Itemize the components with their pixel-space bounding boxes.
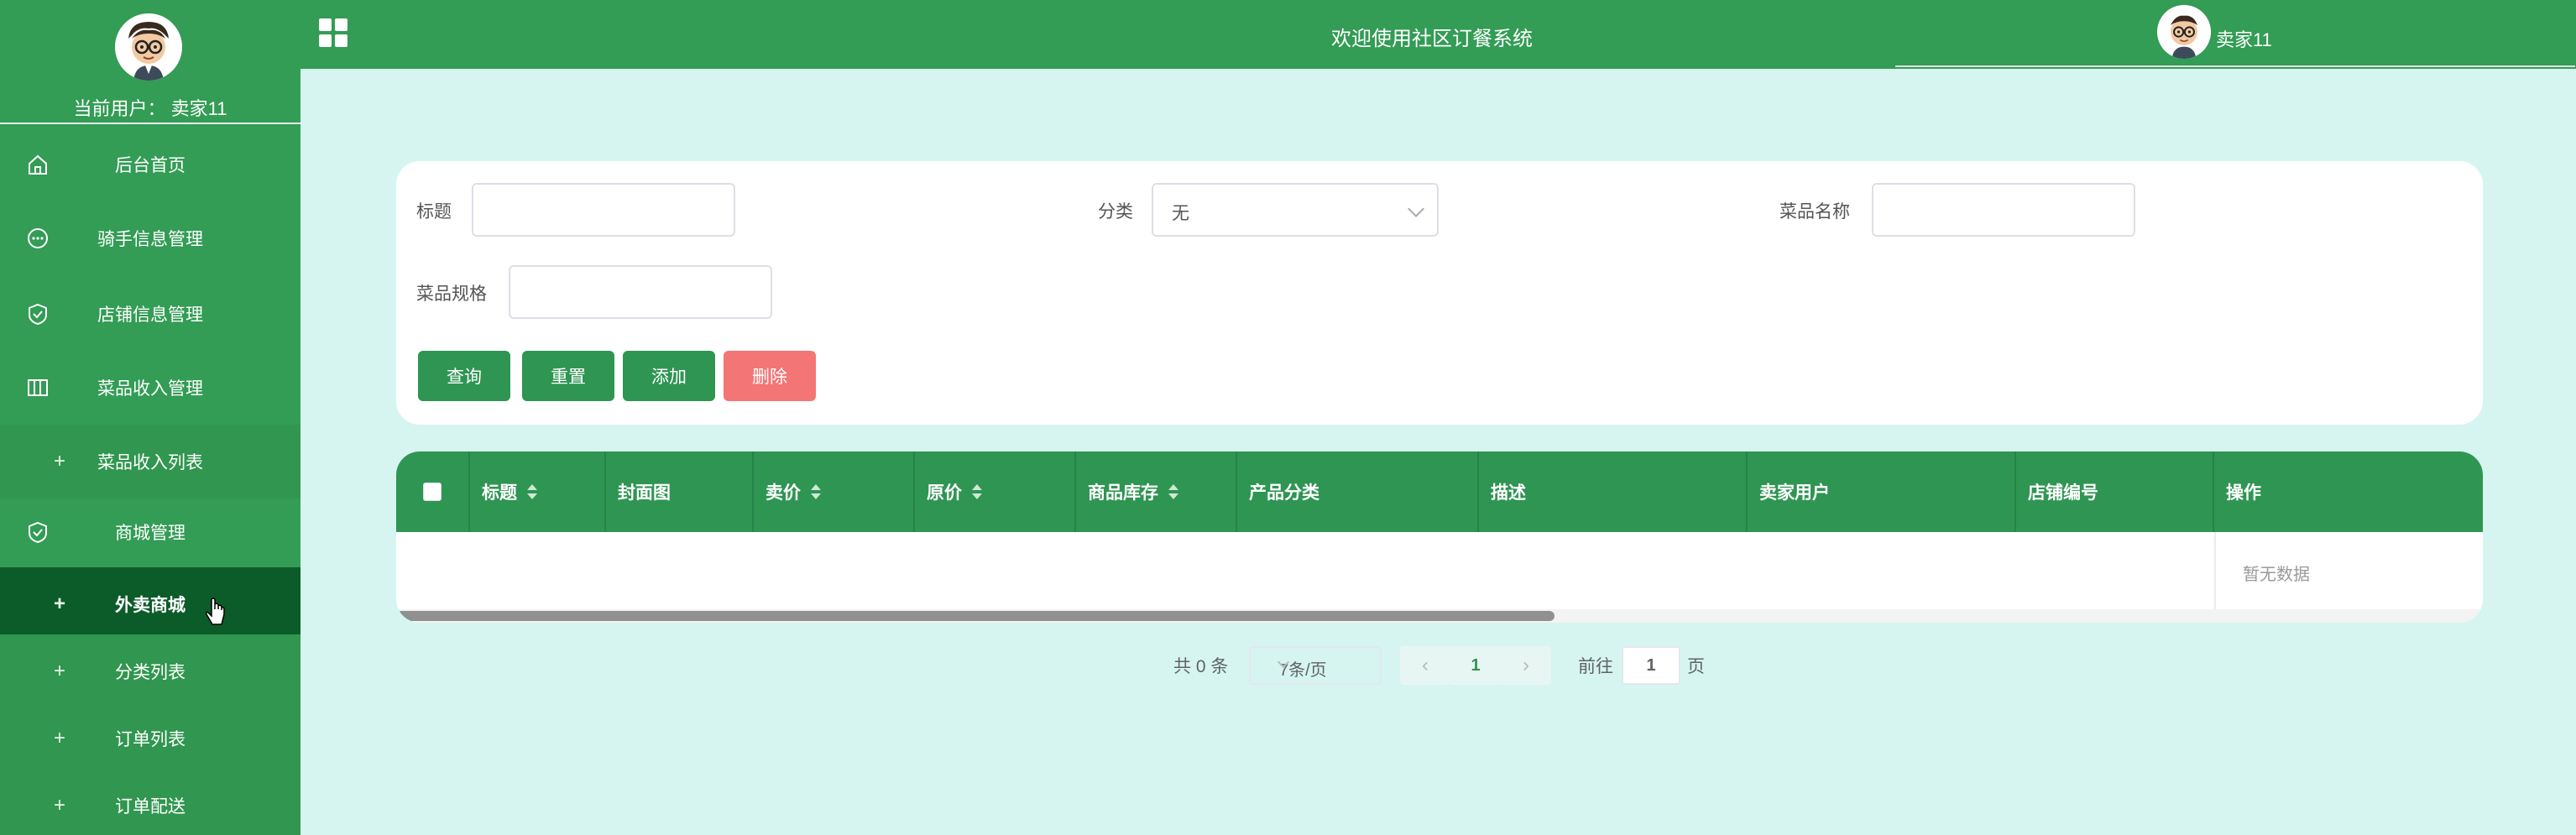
dish-name-label: 菜品名称 (1779, 202, 1850, 222)
column-title-text: 商品库存 (1088, 483, 1158, 503)
category-label: 分类 (1098, 202, 1133, 222)
column-header-price[interactable]: 卖价 (754, 451, 915, 532)
dish-name-input[interactable] (1872, 183, 2135, 237)
column-header-seller: 卖家用户 (1748, 451, 2016, 532)
sidebar-item-rider-management[interactable]: 骑手信息管理 (0, 201, 300, 275)
sort-icon[interactable] (527, 483, 537, 500)
select-all-checkbox[interactable] (423, 483, 442, 501)
column-header-description: 描述 (1479, 451, 1748, 532)
sidebar-item-label: 订单配送 (115, 797, 185, 817)
reset-button[interactable]: 重置 (522, 351, 614, 401)
sidebar-item-dashboard[interactable]: 后台首页 (0, 128, 300, 201)
sidebar-item-label: 订单列表 (115, 730, 185, 749)
column-title-text: 标题 (482, 483, 517, 503)
sidebar-item-label: 后台首页 (115, 156, 185, 175)
chevron-right-icon: › (1523, 654, 1529, 676)
column-header-original-price[interactable]: 原价 (915, 451, 1076, 532)
category-select-value: 无 (1172, 204, 1189, 223)
header-avatar[interactable] (2157, 5, 2211, 59)
header-divider (1895, 65, 2575, 67)
sort-icon[interactable] (811, 483, 821, 500)
sidebar-item-category-list[interactable]: + 分类列表 (0, 634, 300, 708)
title-label: 标题 (416, 202, 452, 222)
sidebar: 当前用户： 卖家11 后台首页 骑手信息管理 店铺信息管理 菜品收入管理 + 菜… (0, 0, 300, 835)
site-title: 欢迎使用社区订餐系统 (1331, 28, 1533, 50)
sidebar-item-label: 分类列表 (115, 663, 185, 682)
sidebar-item-label: 骑手信息管理 (97, 230, 203, 249)
sidebar-item-shop-management[interactable]: 店铺信息管理 (0, 277, 300, 351)
column-header-cover: 封面图 (606, 451, 754, 532)
top-header: 欢迎使用社区订餐系统 卖家11 (300, 0, 2576, 69)
sidebar-item-dish-income-management[interactable]: 菜品收入管理 (0, 351, 300, 425)
column-title-text: 描述 (1491, 483, 1526, 503)
sidebar-item-order-delivery[interactable]: + 订单配送 (0, 769, 300, 835)
chevron-left-icon: ‹ (1422, 654, 1429, 676)
search-panel: 标题 分类 无 菜品名称 菜品规格 查询 重置 添加 删除 (396, 161, 2483, 425)
chevron-down-icon (1408, 201, 1424, 217)
page-size-select[interactable]: 7条/页 (1249, 646, 1382, 685)
category-select[interactable]: 无 (1152, 183, 1439, 237)
empty-data-text: 暂无数据 (2243, 566, 2310, 584)
goto-page-input[interactable]: 1 (1622, 646, 1680, 685)
delete-button[interactable]: 删除 (724, 351, 816, 401)
sidebar-item-label: 外卖商城 (115, 596, 185, 615)
sidebar-item-mall-management[interactable]: 商城管理 (0, 495, 300, 569)
sidebar-item-label: 菜品收入列表 (97, 453, 203, 472)
user-avatar (115, 13, 182, 81)
current-user-label: 当前用户： 卖家11 (73, 98, 227, 119)
dish-spec-input[interactable] (509, 265, 772, 319)
next-page-button[interactable]: › (1501, 646, 1551, 685)
title-input[interactable] (472, 183, 735, 237)
sidebar-item-order-list[interactable]: + 订单列表 (0, 702, 300, 775)
sidebar-item-label: 商城管理 (115, 524, 185, 543)
add-button[interactable]: 添加 (623, 351, 715, 401)
column-title-text: 原价 (927, 483, 962, 503)
column-title-text: 操作 (2226, 483, 2261, 503)
column-title-text: 店铺编号 (2028, 483, 2098, 503)
sidebar-item-label: 店铺信息管理 (97, 305, 203, 325)
column-title-text: 产品分类 (1249, 483, 1319, 503)
table-header: 标题 封面图 卖价 原价 商品库存 产品分类 描述 卖家用户 店铺编号 操作 (396, 451, 2483, 532)
data-table: 标题 封面图 卖价 原价 商品库存 产品分类 描述 卖家用户 店铺编号 操作 暂… (396, 451, 2483, 623)
page-suffix-label: 页 (1687, 657, 1705, 676)
column-header-shop-id: 店铺编号 (2016, 451, 2214, 532)
column-title-text: 卖家用户 (1759, 483, 1830, 503)
sidebar-item-dish-income-list[interactable]: + 菜品收入列表 (0, 425, 300, 498)
query-button[interactable]: 查询 (418, 351, 510, 401)
prev-page-button[interactable]: ‹ (1400, 646, 1450, 685)
mouse-cursor-icon (206, 598, 225, 625)
header-username[interactable]: 卖家11 (2216, 25, 2272, 52)
sort-icon[interactable] (1168, 483, 1178, 500)
page-number-current[interactable]: 1 (1450, 646, 1501, 685)
column-title-text: 卖价 (765, 483, 801, 503)
menu-grid-icon[interactable] (319, 18, 347, 47)
column-title-text: 封面图 (618, 483, 671, 503)
sidebar-item-label: 菜品收入管理 (97, 379, 203, 399)
goto-label: 前往 (1578, 657, 1613, 676)
column-header-stock[interactable]: 商品库存 (1076, 451, 1237, 532)
pagination-total: 共 0 条 (1173, 657, 1229, 676)
horizontal-scrollbar[interactable] (396, 611, 1554, 621)
sidebar-item-takeout-mall[interactable]: + 外卖商城 (0, 567, 300, 641)
sort-icon[interactable] (972, 483, 982, 500)
select-all-cell (396, 451, 470, 532)
dish-spec-label: 菜品规格 (416, 284, 487, 304)
column-header-actions: 操作 (2214, 451, 2483, 532)
column-header-title[interactable]: 标题 (470, 451, 606, 532)
column-header-category: 产品分类 (1237, 451, 1479, 532)
sidebar-profile: 当前用户： 卖家11 (0, 0, 300, 124)
